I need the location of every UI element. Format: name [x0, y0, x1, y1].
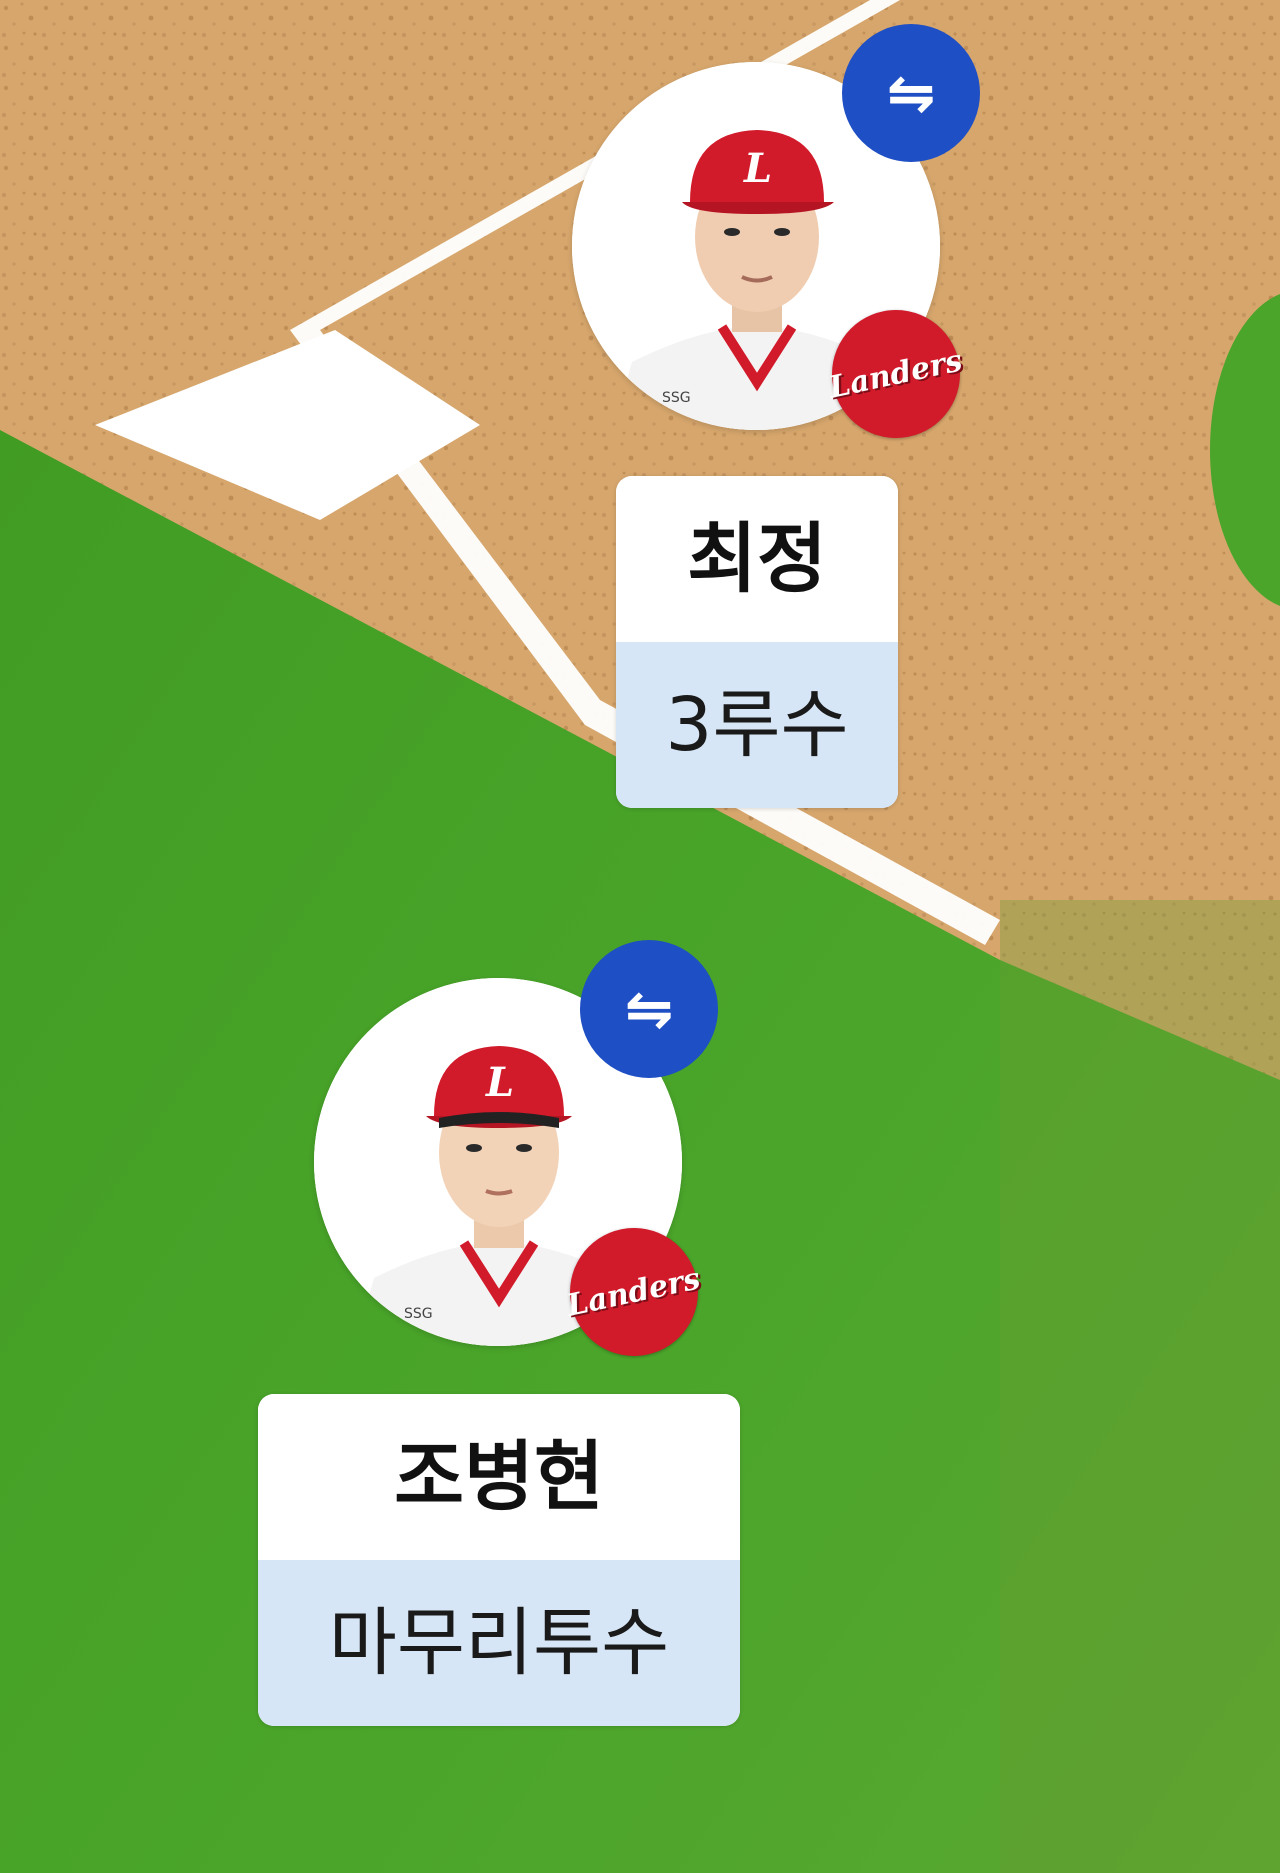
- svg-text:L: L: [485, 1059, 514, 1106]
- swap-player-button[interactable]: ⇋: [580, 940, 718, 1078]
- team-logo-text: Landers: [564, 1260, 704, 1324]
- player-label[interactable]: 최정 3루수: [616, 476, 898, 808]
- team-logo-badge: Landers: [826, 310, 966, 438]
- player-label[interactable]: 조병현 마무리투수: [258, 1394, 740, 1726]
- swap-arrows-icon: ⇋: [886, 59, 936, 127]
- player-name: 조병현: [258, 1394, 740, 1560]
- player-position: 3루수: [616, 642, 898, 808]
- swap-player-button[interactable]: ⇋: [842, 24, 980, 162]
- swap-arrows-icon: ⇋: [624, 975, 674, 1043]
- jersey-sponsor-text: SSG: [662, 390, 691, 406]
- team-logo-text: Landers: [826, 342, 966, 406]
- player-position: 마무리투수: [258, 1560, 740, 1726]
- player-name: 최정: [616, 476, 898, 642]
- svg-text:L: L: [743, 145, 772, 192]
- jersey-sponsor-text: SSG: [404, 1306, 433, 1322]
- team-logo-badge: Landers: [564, 1228, 704, 1356]
